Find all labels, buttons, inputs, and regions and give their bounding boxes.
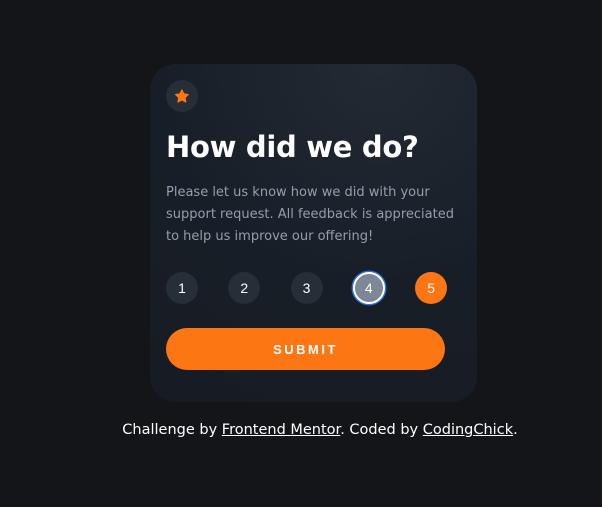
frontend-mentor-link[interactable]: Frontend Mentor: [222, 422, 340, 438]
star-icon-container: [166, 80, 198, 112]
rating-card: How did we do? Please let us know how we…: [150, 64, 477, 402]
codingchick-link[interactable]: CodingChick: [423, 422, 513, 438]
attribution-prefix: Challenge by: [122, 422, 218, 438]
attribution: Challenge by Frontend Mentor. Coded by C…: [0, 422, 602, 438]
rating-button-1[interactable]: 1: [166, 272, 198, 304]
rating-button-4[interactable]: 4: [352, 272, 385, 304]
attribution-middle: . Coded by: [340, 422, 419, 438]
card-description: Please let us know how we did with your …: [166, 185, 454, 244]
star-icon: [175, 89, 189, 103]
card-title: How did we do?: [166, 130, 419, 164]
rating-button-5[interactable]: 5: [415, 272, 447, 304]
submit-button[interactable]: SUBMIT: [166, 328, 445, 370]
attribution-suffix: .: [513, 422, 518, 438]
rating-button-2[interactable]: 2: [228, 272, 261, 304]
rating-button-3[interactable]: 3: [290, 272, 323, 304]
rating-options: 1 2 3 4 5: [166, 272, 447, 304]
